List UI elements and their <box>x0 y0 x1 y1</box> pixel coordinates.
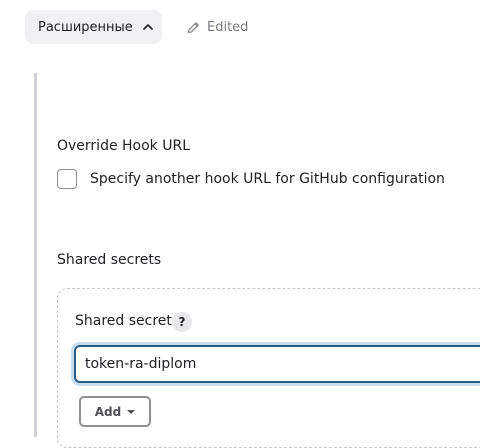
chevron-up-icon <box>141 20 155 34</box>
override-hook-checkbox-label[interactable]: Specify another hook URL for GitHub conf… <box>90 171 445 187</box>
advanced-toggle-button[interactable]: Расширенные <box>25 10 162 44</box>
override-hook-title: Override Hook URL <box>57 138 191 154</box>
caret-down-icon <box>127 409 136 414</box>
advanced-toggle-label: Расширенные <box>38 19 133 35</box>
add-button[interactable]: Add <box>79 396 151 427</box>
shared-secret-input[interactable] <box>74 345 480 383</box>
section-indent-line <box>34 73 37 437</box>
shared-secrets-title: Shared secrets <box>57 252 162 268</box>
add-button-label: Add <box>94 404 122 419</box>
edited-status: Edited <box>186 17 248 37</box>
help-icon[interactable]: ? <box>172 312 192 332</box>
edited-label: Edited <box>207 19 249 35</box>
override-hook-checkbox[interactable] <box>57 169 77 189</box>
shared-secret-label: Shared secret <box>75 313 172 329</box>
pencil-icon <box>186 20 201 35</box>
